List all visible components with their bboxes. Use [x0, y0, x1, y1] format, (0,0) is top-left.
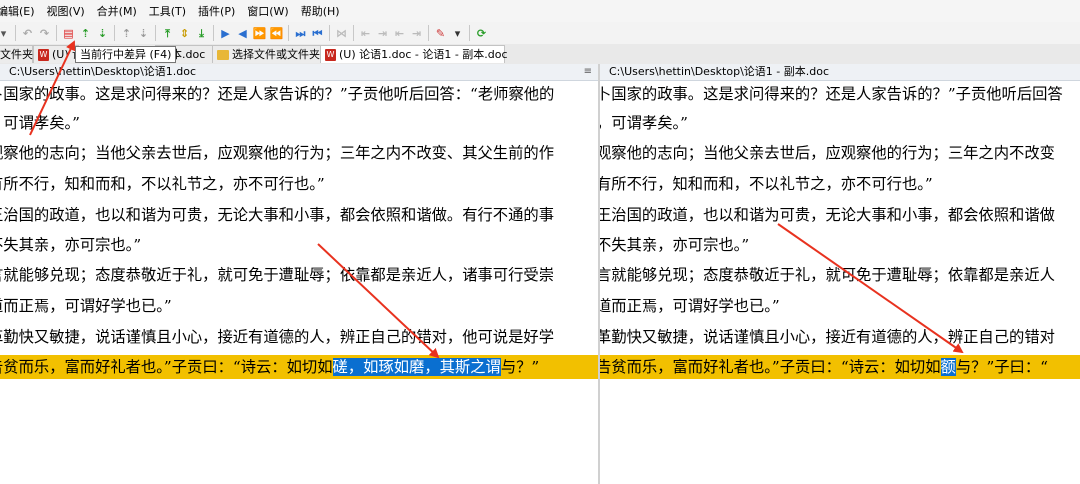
menu-plugins[interactable]: 插件(P): [192, 3, 241, 19]
prev-conflict-icon[interactable]: ⇡: [119, 26, 134, 41]
text-line: 道而正焉，可谓好学也已。”: [0, 297, 172, 315]
all-left-icon[interactable]: ⏮: [310, 26, 325, 41]
toolbar-separator: [213, 25, 214, 41]
next-conflict-icon[interactable]: ⇣: [136, 26, 151, 41]
copy-right-icon[interactable]: ▶: [218, 26, 233, 41]
next-diff-icon[interactable]: ⇣: [95, 26, 110, 41]
text-line: 卜国家的政事。这是求问得来的？还是人家告诉的？”子贡他听后回答：“老师察他的: [0, 85, 555, 103]
text-line: ，可谓孝矣。”: [0, 114, 80, 132]
toolbar-separator: [329, 25, 330, 41]
menu-merge[interactable]: 合并(M): [91, 3, 143, 19]
text-line: 卜国家的政事。这是求问得来的？还是人家告诉的？”子贡他听后回答: [600, 85, 1063, 103]
toolbar-separator: [56, 25, 57, 41]
menu-help[interactable]: 帮助(H): [295, 3, 346, 19]
save-dropdown-icon[interactable]: ▾: [0, 26, 11, 41]
folder-icon: [217, 50, 229, 60]
options-icon[interactable]: ✎: [433, 26, 448, 41]
right-file-path: C:\Users\hettin\Desktop\论语1 - 副本.doc: [609, 65, 829, 78]
disabled-nav-icon: ⇥: [411, 26, 422, 40]
tab-select-files[interactable]: 选择文件或文件夹: [212, 45, 322, 63]
refresh-icon[interactable]: ⟳: [474, 26, 489, 41]
tooltip-current-line-diff: 当前行中差异 (F4): [75, 46, 177, 63]
text-line: 言就能够兑现；态度恭敬近于礼，就可免于遭耻辱；依靠都是亲近人: [600, 266, 1055, 284]
left-pane-header: C:\Users\hettin\Desktop\论语1.doc ≡: [0, 64, 598, 81]
diff-line[interactable]: 告贫而乐，富而好礼者也。”子贡曰：“诗云：如切如额与？”子曰：“: [600, 355, 1080, 379]
disabled-nav-icon: ⇥: [377, 26, 388, 40]
toolbar-separator: [155, 25, 156, 41]
copy-left-icon[interactable]: ◀: [235, 26, 250, 41]
left-compare-pane[interactable]: C:\Users\hettin\Desktop\论语1.doc ≡ 卜国家的政事…: [0, 64, 598, 484]
toolbar-separator: [114, 25, 115, 41]
text-line: 王治国的政道，也以和谐为可贵，无论大事和小事，都会依照和谐做: [600, 206, 1055, 224]
merge-disabled-icon: ⋈: [336, 26, 347, 40]
left-file-path: C:\Users\hettin\Desktop\论语1.doc: [9, 65, 197, 78]
text-line: 有所不行，知和而和，不以礼节之，亦不可行也。”: [0, 175, 325, 193]
document-icon: W: [325, 49, 336, 61]
copy-right-advance-icon[interactable]: ⏩: [252, 26, 267, 41]
toolbar: ▾ ↶ ↷ ▤ ⇡ ⇣ ⇡ ⇣ ⤒ ⇕ ⤓ ▶ ◀ ⏩ ⏪ ⏭ ⏮ ⋈ ⇤ ⇥ …: [0, 22, 1080, 45]
right-compare-pane[interactable]: C:\Users\hettin\Desktop\论语1 - 副本.doc 卜国家…: [600, 64, 1080, 484]
menu-window[interactable]: 窗口(W): [241, 3, 294, 19]
prev-diff-icon[interactable]: ⇡: [78, 26, 93, 41]
text-line: 王治国的政道，也以和谐为可贵，无论大事和小事，都会依照和谐做。有行不通的事: [0, 206, 554, 224]
text-line: 道而正焉，可谓好学也已。”: [600, 297, 780, 315]
text-line: 观察他的志向；当他父亲去世后，应观察他的行为；三年之内不改变: [600, 144, 1055, 162]
tab-compare-active[interactable]: W (U) 论语1.doc - 论语1 - 副本.doc: [320, 45, 508, 63]
current-diff-icon[interactable]: ⇕: [177, 26, 192, 41]
right-pane-header: C:\Users\hettin\Desktop\论语1 - 副本.doc: [600, 64, 1080, 81]
diff-highlight: 磋，如琢如磨，其斯之谓: [332, 358, 501, 376]
pane-menu-icon[interactable]: ≡: [584, 64, 592, 80]
copy-left-advance-icon[interactable]: ⏪: [269, 26, 284, 41]
last-diff-icon[interactable]: ⤓: [194, 26, 209, 41]
tab-doc-1[interactable]: W (U) 论: [33, 45, 83, 63]
text-line: 有所不行，知和而和，不以礼节之，亦不可行也。”: [600, 175, 933, 193]
diff-highlight: 额: [940, 358, 956, 376]
first-diff-icon[interactable]: ⤒: [160, 26, 175, 41]
menu-bar: 编辑(E) 视图(V) 合并(M) 工具(T) 插件(P) 窗口(W) 帮助(H…: [0, 0, 1080, 22]
current-line-diff-icon[interactable]: ▤: [61, 26, 76, 41]
text-line: 革勤快又敏捷，说话谨慎且小心，接近有道德的人，辨正自己的错对，他可说是好学: [0, 328, 554, 346]
text-line: 不失其亲，亦可宗也。”: [600, 236, 750, 254]
disabled-nav-icon: ⇤: [394, 26, 405, 40]
tab-folder[interactable]: 文件夹: [0, 45, 33, 63]
menu-tools[interactable]: 工具(T): [143, 3, 192, 19]
toolbar-separator: [469, 25, 470, 41]
options-dropdown-icon[interactable]: ▾: [450, 26, 465, 41]
toolbar-separator: [15, 25, 16, 41]
text-line: ，可谓孝矣。”: [600, 114, 688, 132]
document-icon: W: [38, 49, 49, 61]
menu-edit[interactable]: 编辑(E): [0, 3, 41, 19]
text-line: 言就能够兑现；态度恭敬近于礼，就可免于遭耻辱；依靠都是亲近人，诸事可行受崇: [0, 266, 554, 284]
disabled-nav-icon: ⇤: [360, 26, 371, 40]
redo-icon[interactable]: ↷: [37, 26, 52, 41]
toolbar-separator: [353, 25, 354, 41]
text-line: 不失其亲，亦可宗也。”: [0, 236, 142, 254]
toolbar-separator: [428, 25, 429, 41]
undo-icon[interactable]: ↶: [20, 26, 35, 41]
all-right-icon[interactable]: ⏭: [293, 26, 308, 41]
diff-line[interactable]: 告贫而乐，富而好礼者也。”子贡曰：“诗云：如切如磋，如琢如磨，其斯之谓与？”: [0, 355, 598, 379]
toolbar-separator: [288, 25, 289, 41]
text-line: 革勤快又敏捷，说话谨慎且小心，接近有道德的人，辨正自己的错对: [600, 328, 1055, 346]
text-line: 观察他的志向；当他父亲去世后，应观察他的行为；三年之内不改变、其父生前的作: [0, 144, 554, 162]
menu-view[interactable]: 视图(V): [41, 3, 91, 19]
